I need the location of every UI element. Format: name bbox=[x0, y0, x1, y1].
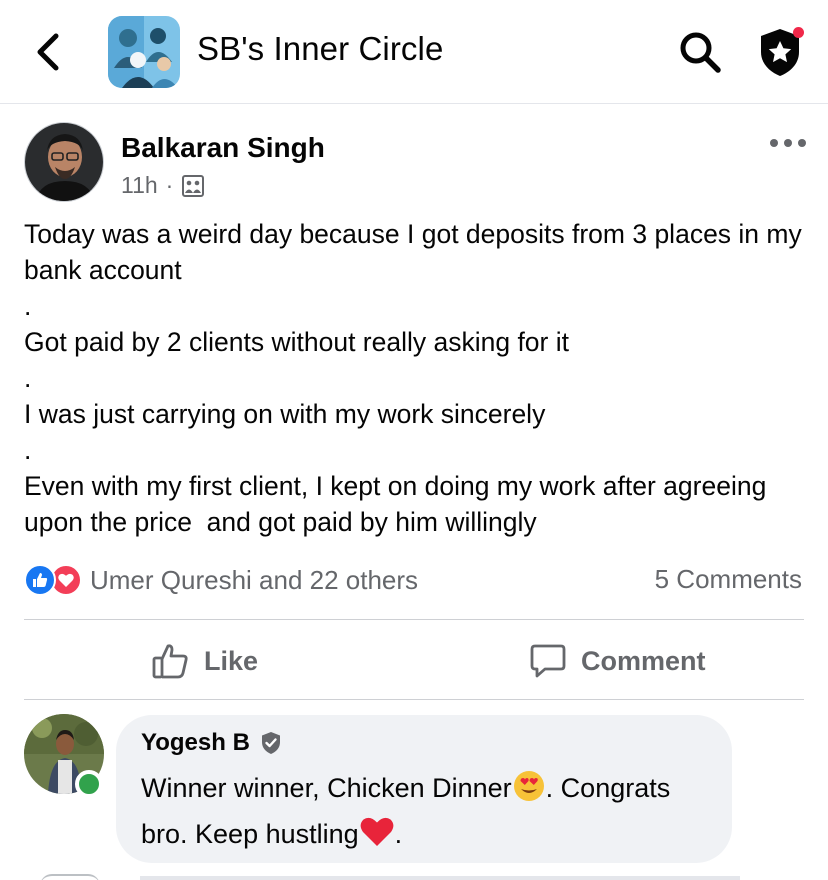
post-time[interactable]: 11h bbox=[121, 172, 158, 199]
dot bbox=[770, 139, 778, 147]
heart-eyes-emoji-icon bbox=[513, 771, 544, 801]
dot bbox=[784, 139, 792, 147]
verified-badge-icon bbox=[261, 732, 280, 754]
comment-author-name[interactable]: Yogesh B bbox=[141, 729, 250, 757]
reactions-summary[interactable]: Umer Qureshi and 22 others bbox=[24, 562, 418, 598]
like-reaction-icon bbox=[24, 564, 56, 596]
post-meta: 11h · bbox=[121, 172, 205, 199]
red-heart-emoji-icon bbox=[360, 817, 394, 846]
meta-separator: · bbox=[165, 172, 174, 198]
post-paragraph: . bbox=[24, 435, 32, 465]
post-text: Today was a weird day because I got depo… bbox=[24, 216, 814, 540]
comment-text-part: . bbox=[394, 819, 403, 849]
search-icon bbox=[680, 32, 721, 73]
divider bbox=[24, 699, 804, 700]
thumbs-up-icon bbox=[152, 644, 188, 679]
comments-count[interactable]: 5 Comments bbox=[655, 564, 802, 595]
comment-author[interactable]: Yogesh B bbox=[141, 729, 282, 757]
post-paragraph: . bbox=[24, 363, 32, 393]
top-bar: SB's Inner Circle bbox=[0, 0, 828, 104]
notification-dot bbox=[793, 27, 804, 38]
back-button[interactable] bbox=[28, 30, 68, 74]
post-author-name[interactable]: Balkaran Singh bbox=[121, 132, 325, 164]
group-icon bbox=[182, 174, 205, 197]
post-paragraph: I was just carrying on with my work sinc… bbox=[24, 399, 546, 429]
post-paragraph: . bbox=[24, 291, 32, 321]
dot bbox=[798, 139, 806, 147]
post-paragraph: Got paid by 2 clients without really ask… bbox=[24, 327, 569, 357]
next-avatar-edge bbox=[40, 874, 100, 880]
like-button[interactable]: Like bbox=[152, 638, 258, 684]
group-title[interactable]: SB's Inner Circle bbox=[197, 30, 443, 68]
comment-text: Winner winner, Chicken Dinner . Congrats… bbox=[141, 765, 721, 857]
post-paragraph: Today was a weird day because I got depo… bbox=[24, 219, 810, 285]
next-comment-edge bbox=[140, 876, 740, 880]
post-options-button[interactable] bbox=[770, 136, 806, 150]
author-avatar[interactable] bbox=[24, 122, 104, 202]
like-label: Like bbox=[204, 645, 259, 676]
comment-bubble: Yogesh B Winner winner, Chicken Dinner .… bbox=[116, 715, 732, 863]
reactions-text: Umer Qureshi and 22 others bbox=[90, 564, 419, 595]
divider bbox=[24, 619, 804, 620]
group-avatar[interactable] bbox=[108, 16, 180, 88]
post-paragraph: Even with my first client, I kept on doi… bbox=[24, 471, 774, 537]
comment-button[interactable]: Comment bbox=[529, 638, 706, 684]
chevron-left-icon bbox=[37, 33, 59, 71]
online-status-indicator bbox=[75, 770, 103, 798]
search-button[interactable] bbox=[676, 28, 724, 76]
comment-icon bbox=[530, 644, 566, 678]
comment-label: Comment bbox=[581, 645, 706, 676]
comment-text-part: Winner winner, Chicken Dinner bbox=[141, 773, 512, 803]
